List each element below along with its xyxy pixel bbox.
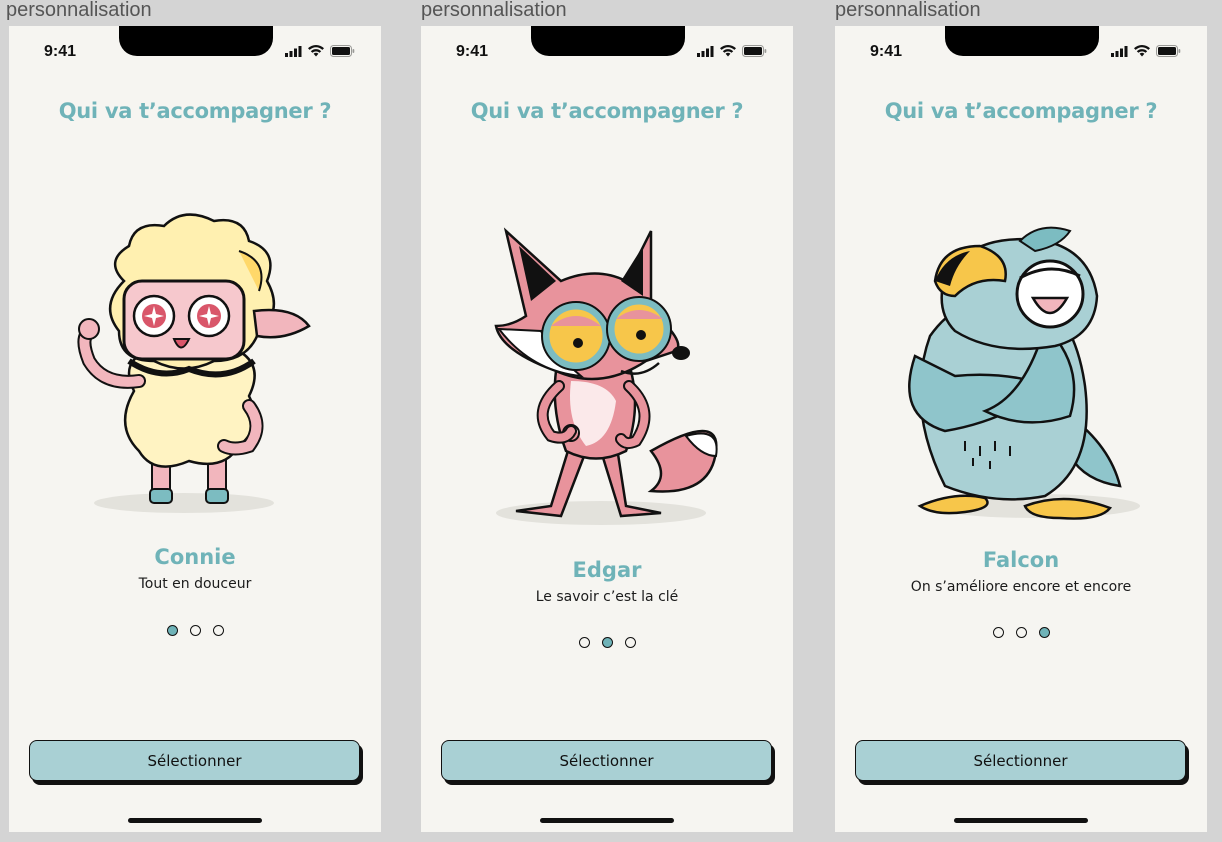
notch [945, 26, 1099, 56]
status-time: 9:41 [870, 43, 903, 60]
page-heading: Qui va t’accompagner ? [884, 99, 1158, 123]
page-dot[interactable] [166, 625, 178, 636]
status-icons [285, 44, 355, 62]
select-button[interactable]: Sélectionner [855, 740, 1186, 781]
home-indicator [954, 818, 1088, 823]
frame-label: personnalisation [835, 0, 981, 21]
page-dot[interactable] [624, 637, 636, 648]
home-indicator [540, 818, 674, 823]
signal-icon [697, 44, 714, 62]
status-time: 9:41 [44, 43, 77, 60]
wifi-icon [720, 44, 736, 62]
select-button[interactable]: Sélectionner [29, 740, 360, 781]
character-tagline: Le savoir c’est la clé [535, 589, 679, 605]
character-name: Falcon [982, 548, 1060, 572]
character-name: Edgar [572, 558, 642, 582]
page-heading: Qui va t’accompagner ? [470, 99, 744, 123]
battery-icon [1156, 44, 1181, 62]
frame-label: personnalisation [421, 0, 567, 21]
page-dot[interactable] [578, 637, 590, 648]
page-indicator [835, 627, 1207, 638]
character-name: Connie [154, 545, 236, 569]
phone-screen-edgar: 9:41 Qui va t’accompagner ? Edgar Le sav… [421, 26, 793, 832]
wifi-icon [1134, 44, 1150, 62]
fox-character-illustration [494, 227, 718, 525]
select-button[interactable]: Sélectionner [441, 740, 772, 781]
page-dot[interactable] [1015, 627, 1027, 638]
page-dot[interactable] [992, 627, 1004, 638]
page-indicator [421, 637, 793, 648]
phone-screen-connie: 9:41 Qui va t’accompagner ? Connie Tout … [9, 26, 381, 832]
signal-icon [285, 44, 302, 62]
battery-icon [742, 44, 767, 62]
battery-icon [330, 44, 355, 62]
page-dot[interactable] [1038, 627, 1050, 638]
page-dot[interactable] [601, 637, 613, 648]
page-heading: Qui va t’accompagner ? [58, 99, 332, 123]
sheep-character-illustration [77, 213, 311, 513]
home-indicator [128, 818, 262, 823]
notch [531, 26, 685, 56]
signal-icon [1111, 44, 1128, 62]
status-icons [697, 44, 767, 62]
status-icons [1111, 44, 1181, 62]
phone-screen-falcon: 9:41 Qui va t’accompagner ? Falcon On s’… [835, 26, 1207, 832]
bird-character-illustration [908, 226, 1140, 520]
status-time: 9:41 [456, 43, 489, 60]
character-tagline: On s’améliore encore et encore [910, 579, 1132, 595]
page-dot[interactable] [189, 625, 201, 636]
page-indicator [9, 625, 381, 636]
notch [119, 26, 273, 56]
character-tagline: Tout en douceur [138, 576, 252, 592]
frame-label: personnalisation [6, 0, 152, 21]
wifi-icon [308, 44, 324, 62]
page-dot[interactable] [212, 625, 224, 636]
